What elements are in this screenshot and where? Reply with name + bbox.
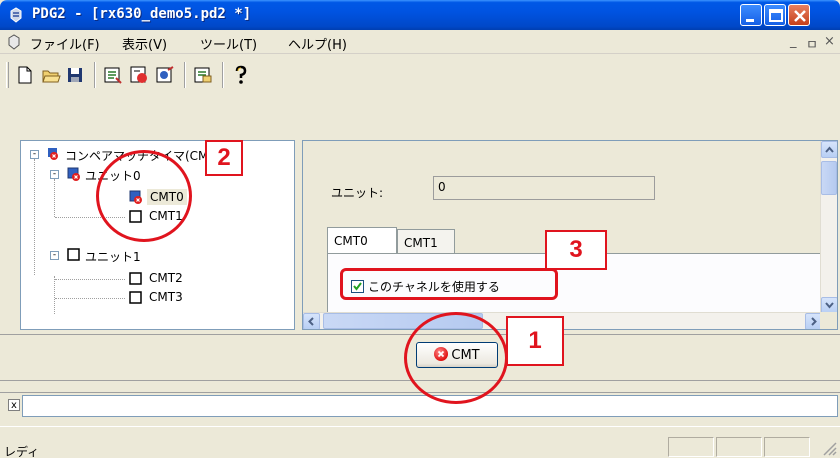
maximize-icon	[769, 9, 783, 22]
status-pane	[716, 437, 762, 457]
generate-icon[interactable]	[102, 64, 124, 86]
minimize-button[interactable]	[740, 4, 762, 26]
toolbar-separator	[222, 62, 224, 88]
scroll-up-button[interactable]	[821, 141, 837, 158]
callout-label-2: 2	[205, 140, 243, 176]
status-pane	[668, 437, 714, 457]
vertical-scroll-thumb[interactable]	[821, 161, 837, 195]
chevron-up-icon	[825, 146, 834, 153]
build-icon[interactable]	[154, 64, 176, 86]
unit-field: 0	[433, 176, 655, 200]
maximize-button[interactable]	[764, 4, 786, 26]
tree-connector	[54, 276, 55, 314]
close-button[interactable]	[788, 4, 810, 26]
status-pane	[764, 437, 810, 457]
vertical-scrollbar[interactable]	[820, 141, 837, 314]
tree-connector	[55, 279, 125, 280]
tree-unit1[interactable]: ユニット1	[85, 248, 141, 265]
callout-highlight-3	[340, 268, 558, 300]
callout-ring-1	[404, 312, 508, 404]
error-icon	[67, 167, 80, 181]
run-icon[interactable]	[128, 64, 150, 86]
tree-connector	[55, 298, 125, 299]
tree-cmt3[interactable]: CMT3	[149, 290, 183, 304]
scroll-corner	[820, 312, 837, 329]
help-icon[interactable]	[230, 64, 252, 86]
title-bar[interactable]: PDG2 - [rx630_demo5.pd2 *]	[0, 0, 840, 30]
command-bar: x	[0, 392, 840, 426]
tree-collapse-toggle[interactable]: -	[30, 150, 39, 159]
mdi-minimize-button[interactable]: _	[790, 34, 797, 49]
tree-collapse-toggle[interactable]: -	[50, 251, 59, 260]
menu-help[interactable]: ヘルプ(H)	[288, 34, 347, 53]
tree-collapse-toggle[interactable]: -	[50, 170, 59, 179]
toolbar-separator	[94, 62, 96, 88]
tree-connector	[54, 179, 55, 217]
menu-bar: ファイル(F) 表示(V) ツール(T) ヘルプ(H) _ ㅁ ×	[0, 30, 840, 54]
menu-tools[interactable]: ツール(T)	[200, 34, 257, 53]
close-icon	[794, 10, 806, 22]
toolbar-grip[interactable]	[6, 62, 9, 88]
tab-cmt0[interactable]: CMT0	[327, 227, 397, 253]
channel-icon	[129, 272, 142, 285]
tab-cmt1[interactable]: CMT1	[397, 229, 455, 253]
tree-cmt2[interactable]: CMT2	[149, 271, 183, 285]
menu-view[interactable]: 表示(V)	[122, 34, 167, 53]
document-icon	[8, 34, 20, 50]
channel-icon	[67, 248, 80, 261]
check-icon[interactable]	[192, 64, 214, 86]
close-icon[interactable]: x	[8, 399, 20, 411]
resize-grip-icon[interactable]	[820, 441, 838, 457]
callout-ring-2	[96, 150, 192, 242]
scroll-left-button[interactable]	[303, 313, 320, 329]
chevron-down-icon	[825, 302, 834, 309]
channel-icon	[129, 291, 142, 304]
open-folder-icon[interactable]	[40, 64, 62, 86]
toolbar	[0, 56, 840, 118]
menu-file[interactable]: ファイル(F)	[30, 34, 100, 53]
error-icon	[48, 148, 58, 160]
minimize-icon	[746, 19, 754, 22]
tree-connector	[34, 159, 35, 275]
mdi-close-button[interactable]: ×	[824, 34, 835, 49]
pdg-app-icon	[10, 7, 22, 23]
unit-label: ユニット:	[331, 186, 384, 200]
chevron-left-icon	[308, 317, 314, 326]
mdi-restore-button[interactable]: ㅁ	[806, 34, 818, 53]
save-icon[interactable]	[64, 64, 86, 86]
chevron-right-icon	[811, 317, 817, 326]
callout-label-3: 3	[545, 230, 607, 270]
window-title: PDG2 - [rx630_demo5.pd2 *]	[32, 6, 252, 22]
status-bar: レディ	[0, 426, 840, 458]
status-text: レディ	[4, 445, 40, 458]
toolbar-separator	[184, 62, 186, 88]
new-file-icon[interactable]	[14, 64, 36, 86]
callout-label-1: 1	[506, 316, 564, 366]
